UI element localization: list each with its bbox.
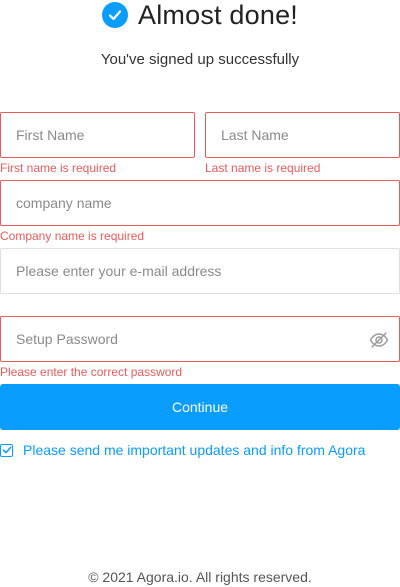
company-field bbox=[0, 180, 400, 226]
check-circle-icon bbox=[102, 2, 128, 28]
last-name-input[interactable] bbox=[206, 113, 399, 157]
subtitle: You've signed up successfully bbox=[100, 51, 300, 68]
header: Almost done! bbox=[0, 0, 400, 30]
checkmark-icon bbox=[2, 446, 11, 454]
last-name-field bbox=[205, 112, 400, 158]
consent-checkbox[interactable] bbox=[0, 443, 13, 457]
continue-button[interactable]: Continue bbox=[0, 384, 400, 430]
eye-hidden-icon[interactable] bbox=[369, 330, 389, 350]
consent-label[interactable]: Please send me important updates and inf… bbox=[23, 442, 365, 458]
page-title: Almost done! bbox=[138, 0, 298, 30]
email-field bbox=[0, 248, 400, 294]
first-name-error: First name is required bbox=[0, 161, 117, 175]
password-error: Please enter the correct password bbox=[0, 365, 183, 379]
consent-row[interactable]: Please send me important updates and inf… bbox=[0, 442, 365, 458]
password-input[interactable] bbox=[1, 317, 399, 361]
last-name-error: Last name is required bbox=[205, 161, 321, 175]
signup-page: Almost done! You've signed up successful… bbox=[0, 0, 400, 587]
company-name-input[interactable] bbox=[1, 181, 399, 225]
first-name-input[interactable] bbox=[1, 113, 194, 157]
copyright-footer: © 2021 Agora.io. All rights reserved. bbox=[88, 569, 312, 585]
password-field bbox=[0, 316, 400, 362]
email-input[interactable] bbox=[1, 249, 399, 293]
first-name-field bbox=[0, 112, 195, 158]
company-name-error: Company name is required bbox=[0, 229, 145, 243]
